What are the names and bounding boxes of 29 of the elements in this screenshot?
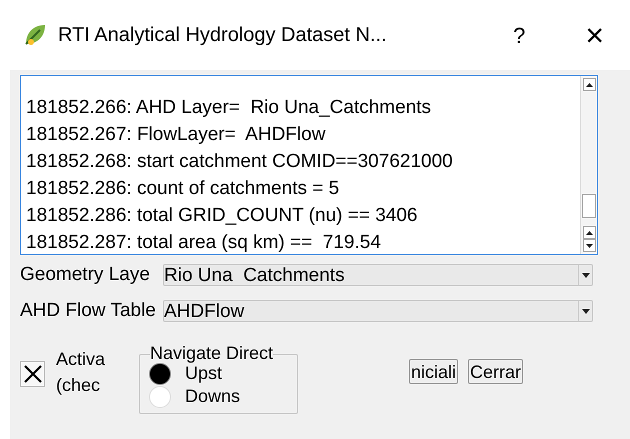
log-line: 181852.287: total area (sq km) == 719.54	[26, 231, 382, 255]
log-line: 181852.267: FlowLayer= AHDFlow	[26, 123, 326, 147]
checkbox-label: Activa	[56, 348, 106, 371]
window-title: RTI Analytical Hydrology Dataset N...	[58, 23, 387, 48]
checkbox-label: (chec	[56, 374, 102, 397]
scroll-up-icon[interactable]	[582, 78, 596, 91]
radio-label: Downs	[185, 385, 240, 408]
action-button[interactable]: Cerrar	[468, 359, 524, 384]
action-button[interactable]: niciali	[409, 359, 458, 384]
log-line: 181852.268: start catchment COMID==307621000	[26, 150, 454, 174]
scrollbar[interactable]	[580, 76, 597, 254]
help-button[interactable]: ?	[513, 18, 526, 52]
scroll-thumb[interactable]	[582, 194, 596, 218]
cross-icon	[22, 364, 42, 384]
checkbox[interactable]	[20, 361, 45, 387]
scroll-down-icon[interactable]	[582, 239, 596, 252]
radio-button[interactable]	[149, 362, 171, 384]
field-label: Geometry Laye	[20, 262, 151, 287]
dropdown[interactable]: AHDFlow	[163, 300, 593, 322]
radio-label: Upst	[185, 363, 222, 385]
scroll-up-icon[interactable]	[582, 226, 596, 239]
log-line: 181852.266: AHD Layer= Rio Una_Catchments	[26, 96, 432, 120]
log-line: 181852.286: count of catchments = 5	[26, 177, 340, 201]
field-label: AHD Flow Table	[20, 298, 157, 323]
log-line: 181852.286: total GRID_COUNT (nu) == 3406	[26, 204, 418, 228]
dropdown[interactable]: Rio Una Catchments	[163, 264, 593, 286]
close-button[interactable]: ×	[585, 19, 604, 51]
caret-icon	[582, 308, 590, 314]
caret-icon	[582, 272, 590, 278]
